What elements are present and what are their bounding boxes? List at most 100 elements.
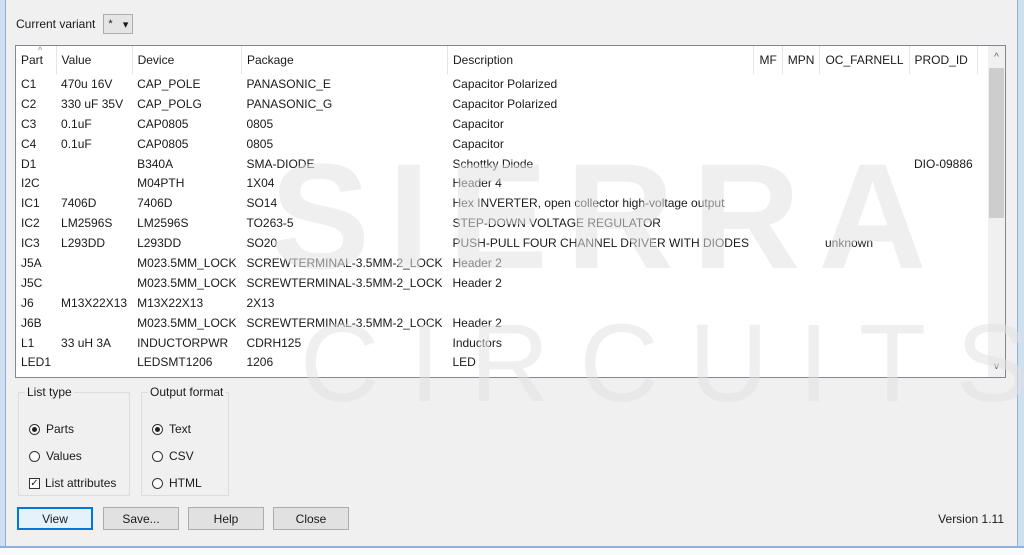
cell-part: C4 [21, 136, 37, 151]
cell-oc-farnell [820, 173, 909, 193]
version-label: Version 1.11 [938, 512, 1004, 526]
column-header-prod-id[interactable]: PROD_ID [909, 46, 979, 74]
cell-value [56, 352, 132, 372]
cell-mpn [782, 313, 820, 333]
cell-package: 1206 [246, 355, 274, 370]
cell-value: 330 uF 35V [61, 96, 124, 111]
radio-values[interactable]: Values [29, 449, 82, 463]
column-header-mpn[interactable]: MPN [782, 46, 821, 74]
cell-mpn [782, 154, 820, 174]
bom-table[interactable]: ^ Part Value Device Package Description M… [15, 45, 1006, 378]
table-row[interactable]: L1 33 uH 3A INDUCTORPWR CDRH125 Inductors [16, 333, 988, 353]
current-variant-row: Current variant * ▾ [16, 14, 134, 34]
table-row[interactable]: C2 330 uF 35V CAP_POLG PANASONIC_G Capacitor… [16, 94, 988, 114]
cell-package: 2X13 [246, 295, 275, 310]
current-variant-select[interactable]: * ▾ [103, 14, 134, 34]
cell-mpn [782, 352, 820, 372]
column-header-description[interactable]: Description [447, 46, 755, 74]
table-row[interactable]: J5C M023.5MM_LOCK SCREWTERMINAL-3.5MM-2_LO… [16, 273, 988, 293]
cell-package: CDRH125 [246, 335, 302, 350]
table-row[interactable]: I2C M04PTH 1X04 Header 4 [16, 173, 988, 193]
cell-package: SMA-DIODE [246, 156, 315, 171]
table-row[interactable]: C1 470u 16V CAP_POLE PANASONIC_E Capacitor P… [16, 74, 988, 94]
cell-filler [978, 114, 989, 134]
output-format-group: Output format Text CSV HTML [141, 385, 229, 496]
window-border-right [1017, 0, 1024, 548]
cell-part: IC2 [21, 216, 40, 231]
radio-html[interactable]: HTML [152, 476, 202, 490]
checkbox-list-attributes[interactable]: ✓ List attributes [29, 476, 116, 490]
cell-oc-farnell [820, 253, 909, 273]
scroll-up-arrow-icon[interactable]: ^ [988, 49, 1005, 66]
table-row[interactable]: IC1 7406D 7406D SO14 Hex INVERTER, open coll… [16, 193, 988, 213]
column-header-value[interactable]: Value [56, 46, 133, 74]
cell-package: SCREWTERMINAL-3.5MM-2_LOCK [246, 315, 443, 330]
save-button[interactable]: Save... [103, 507, 179, 530]
column-header-oc-farnell[interactable]: OC_FARNELL [819, 46, 910, 74]
table-row[interactable]: J6B M023.5MM_LOCK SCREWTERMINAL-3.5MM-2_LO… [16, 313, 988, 333]
cell-part: C1 [21, 76, 37, 91]
table-row[interactable]: IC3 L293DD L293DD SO20 PUSH-PULL FOUR CHANNE… [16, 233, 988, 253]
scroll-down-arrow-icon[interactable]: v [988, 358, 1005, 375]
table-row[interactable]: D1 B340A SMA-DIODE Schottky Diode DIO-09886 [16, 154, 988, 174]
cell-filler [978, 273, 989, 293]
cell-description: STEP-DOWN VOLTAGE REGULATOR [452, 216, 661, 231]
help-button[interactable]: Help [188, 507, 264, 530]
cell-mf [754, 154, 782, 174]
cell-package: TO263-5 [246, 216, 294, 231]
column-header-mf[interactable]: MF [753, 46, 783, 74]
cell-device: M04PTH [137, 176, 185, 191]
cell-value: 7406D [61, 196, 97, 211]
table-header-row: ^ Part Value Device Package Description M… [16, 46, 988, 74]
cell-oc-farnell [820, 313, 909, 333]
close-button[interactable]: Close [273, 507, 349, 530]
table-row[interactable]: J5A M023.5MM_LOCK SCREWTERMINAL-3.5MM-2_LO… [16, 253, 988, 273]
radio-csv[interactable]: CSV [152, 449, 194, 463]
cell-mf [754, 193, 782, 213]
view-button[interactable]: View [17, 507, 93, 530]
cell-part: C3 [21, 116, 37, 131]
cell-value [56, 253, 132, 273]
cell-value: L293DD [61, 236, 106, 251]
cell-mf [754, 233, 782, 253]
radio-text[interactable]: Text [152, 422, 191, 436]
cell-mf [754, 253, 782, 273]
radio-parts[interactable]: Parts [29, 422, 74, 436]
cell-package: SO20 [246, 236, 278, 251]
table-row[interactable]: J6 M13X22X13 M13X22X13 2X13 [16, 293, 988, 313]
column-header-device[interactable]: Device [132, 46, 242, 74]
cell-filler [978, 154, 989, 174]
cell-part: LED1 [21, 355, 52, 370]
table-row[interactable]: C4 0.1uF CAP0805 0805 Capacitor [16, 134, 988, 154]
cell-prod-id [909, 352, 978, 372]
cell-description: Capacitor Polarized [452, 96, 558, 111]
column-header-package[interactable]: Package [241, 46, 448, 74]
cell-part: I2C [21, 176, 40, 191]
table-row[interactable]: LED1 LEDSMT1206 1206 LED [16, 352, 988, 372]
cell-filler [978, 313, 989, 333]
cell-filler [978, 74, 989, 94]
cell-oc-farnell [820, 333, 909, 353]
cell-prod-id [909, 213, 978, 233]
cell-description [447, 293, 753, 313]
vertical-scrollbar[interactable]: ^ v [988, 46, 1005, 377]
cell-oc-farnell [820, 94, 909, 114]
cell-mf [754, 134, 782, 154]
cell-prod-id [909, 253, 978, 273]
table-row[interactable]: IC2 LM2596S LM2596S TO263-5 STEP-DOWN VOLTAG… [16, 213, 988, 233]
cell-prod-id [909, 74, 978, 94]
cell-filler [978, 193, 989, 213]
cell-oc-farnell [820, 134, 909, 154]
cell-mf [754, 293, 782, 313]
scrollbar-thumb[interactable] [989, 68, 1004, 218]
cell-device: M023.5MM_LOCK [137, 315, 237, 330]
sort-ascending-icon: ^ [38, 45, 43, 55]
column-header-part[interactable]: ^ Part [16, 45, 57, 74]
cell-oc-farnell [820, 193, 909, 213]
window-border-left [0, 0, 6, 548]
cell-package: SCREWTERMINAL-3.5MM-2_LOCK [246, 255, 443, 270]
cell-package: PANASONIC_E [246, 76, 331, 91]
table-row[interactable]: C3 0.1uF CAP0805 0805 Capacitor [16, 114, 988, 134]
radio-button-icon [152, 423, 163, 435]
cell-package: PANASONIC_G [246, 96, 333, 111]
